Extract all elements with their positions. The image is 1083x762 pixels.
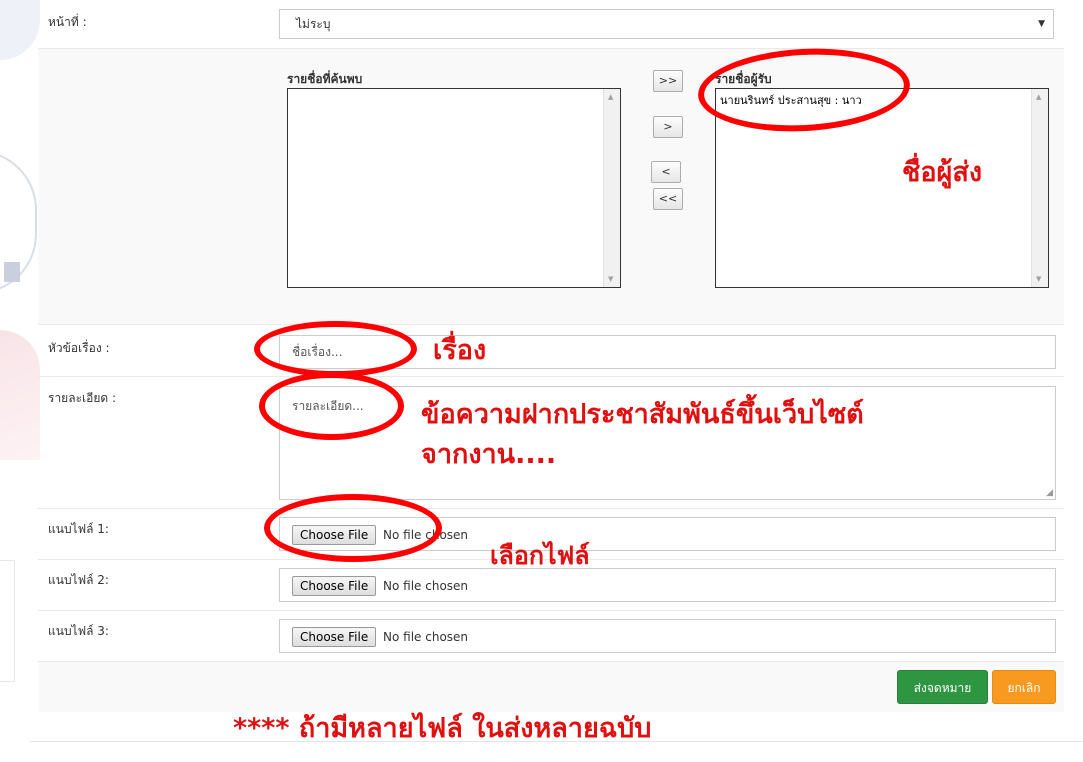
choose-file-button-3[interactable]: Choose File	[292, 627, 377, 647]
annotation-circle-file	[264, 494, 442, 562]
send-mail-button[interactable]: ส่งจดหมาย	[897, 670, 988, 704]
file-status-2: No file chosen	[383, 579, 469, 593]
subject-label: หัวข้อเรื่อง :	[48, 341, 110, 355]
annotation-circle-detail	[259, 372, 404, 440]
found-list[interactable]: ▲ ▼	[287, 88, 621, 288]
department-row: หน้าที่ : ไม่ระบุ ▼	[38, 0, 1064, 48]
move-right-button[interactable]: >	[653, 116, 683, 138]
found-list-label: รายชื่อที่ค้นพบ	[287, 72, 363, 86]
chevron-down-icon: ▼	[1038, 19, 1045, 29]
subject-row: หัวข้อเรื่อง : ชื่อเรื่อง...	[38, 324, 1064, 377]
department-select[interactable]: ไม่ระบุ ▼	[279, 9, 1054, 39]
background-decoration	[0, 0, 40, 762]
attachment-label-2: แนบไฟล์ 2:	[48, 573, 109, 587]
resize-grip-icon[interactable]: ◢	[1046, 488, 1053, 498]
move-left-button[interactable]: <	[651, 161, 681, 183]
scroll-down-icon: ▼	[1036, 275, 1042, 283]
attachment-input-3[interactable]: Choose File No file chosen	[279, 619, 1056, 653]
annotation-detail-line2: จากงาน....	[421, 439, 557, 470]
annotation-circle-subject	[254, 321, 417, 377]
scroll-down-icon: ▼	[608, 275, 614, 283]
annotation-subject: เรื่อง	[433, 335, 487, 366]
file-status-3: No file chosen	[383, 630, 469, 644]
choose-file-button-2[interactable]: Choose File	[292, 576, 377, 596]
move-all-right-button[interactable]: >>	[653, 70, 683, 92]
scroll-up-icon: ▲	[1036, 93, 1042, 101]
attachment-row-3: แนบไฟล์ 3: Choose File No file chosen	[38, 610, 1064, 662]
department-select-value: ไม่ระบุ	[296, 17, 331, 31]
attachment-label-1: แนบไฟล์ 1:	[48, 522, 109, 536]
annotation-sender: ชื่อผู้ส่ง	[902, 157, 983, 188]
department-label: หน้าที่ :	[48, 15, 87, 29]
annotation-detail-line1: ข้อความฝากประชาสัมพันธ์ขึ้นเว็บไซต์	[421, 399, 864, 430]
cancel-button[interactable]: ยกเลิก	[992, 670, 1056, 704]
action-row: ส่งจดหมาย ยกเลิก	[38, 661, 1064, 712]
attachment-label-3: แนบไฟล์ 3:	[48, 624, 109, 638]
scroll-up-icon: ▲	[608, 93, 614, 101]
attachment-input-2[interactable]: Choose File No file chosen	[279, 568, 1056, 602]
annotation-multi-file-note: **** ถ้ามีหลายไฟล์ ในส่งหลายฉบับ	[233, 713, 652, 744]
detail-label: รายละเอียด :	[48, 391, 117, 405]
annotation-choose-file: เลือกไฟล์	[490, 541, 590, 570]
found-list-scrollbar[interactable]: ▲ ▼	[603, 89, 620, 287]
recipient-list-scrollbar[interactable]: ▲ ▼	[1031, 89, 1048, 287]
move-all-left-button[interactable]: <<	[653, 188, 683, 210]
